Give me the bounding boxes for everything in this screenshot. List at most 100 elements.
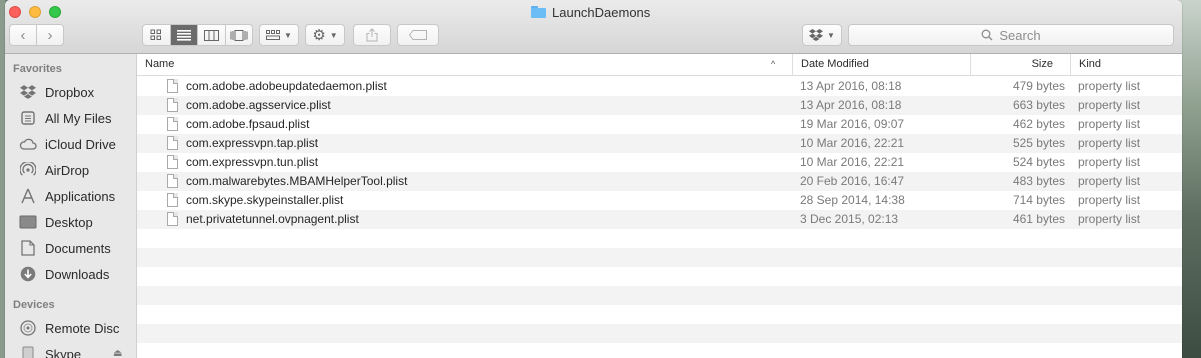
chevron-down-icon: ▼ <box>284 30 292 40</box>
sidebar-item-airdrop[interactable]: AirDrop <box>19 160 89 180</box>
view-mode-group <box>142 24 253 46</box>
chevron-down-icon: ▼ <box>827 30 835 40</box>
empty-row <box>137 267 1182 286</box>
zoom-window-button[interactable] <box>49 6 61 18</box>
chevron-right-icon: › <box>47 26 53 44</box>
cover-flow-icon <box>230 29 248 41</box>
sidebar-item-label: Documents <box>45 240 111 256</box>
sidebar-item-label: iCloud Drive <box>45 136 116 152</box>
arrange-icon <box>266 30 281 40</box>
desktop-background-right <box>1179 0 1201 358</box>
file-name: net.privatetunnel.ovpnagent.plist <box>186 212 359 226</box>
sidebar-item-skype[interactable]: Skype <box>19 344 81 358</box>
sidebar-section-favorites: Favorites <box>13 63 62 75</box>
file-kind: property list <box>1078 155 1141 169</box>
table-row[interactable]: net.privatetunnel.ovpnagent.plist 3 Dec 2… <box>137 210 1182 229</box>
file-date-modified: 13 Apr 2016, 08:18 <box>800 98 902 112</box>
file-name: com.expressvpn.tun.plist <box>186 155 319 169</box>
file-name: com.adobe.agsservice.plist <box>186 98 331 112</box>
list-view-button[interactable] <box>169 25 197 45</box>
sidebar-item-label: AirDrop <box>45 162 90 178</box>
sidebar-item-documents[interactable]: Documents <box>19 238 111 258</box>
column-view-icon <box>203 29 219 41</box>
share-icon <box>366 28 378 42</box>
file-date-modified: 10 Mar 2016, 22:21 <box>800 136 905 150</box>
action-button[interactable]: ⚙ ▼ <box>305 24 345 46</box>
list-view-icon <box>176 29 191 41</box>
plist-file-icon <box>167 155 178 169</box>
sort-ascending-icon[interactable]: ^ <box>771 59 775 69</box>
empty-row <box>137 343 1182 358</box>
column-header-name[interactable]: Name <box>145 54 174 75</box>
file-name: com.skype.skypeinstaller.plist <box>186 193 344 207</box>
table-row[interactable]: com.expressvpn.tap.plist 10 Mar 2016, 22:… <box>137 134 1182 153</box>
sidebar-item-icloud-drive[interactable]: iCloud Drive <box>19 134 116 154</box>
dropbox-icon <box>809 29 824 41</box>
file-kind: property list <box>1078 174 1141 188</box>
table-row[interactable]: com.adobe.fpsaud.plist 19 Mar 2016, 09:07… <box>137 115 1182 134</box>
file-date-modified: 13 Apr 2016, 08:18 <box>800 79 902 93</box>
cover-flow-view-button[interactable] <box>224 25 253 45</box>
applications-icon <box>19 187 37 205</box>
tag-icon <box>409 30 427 40</box>
chevron-left-icon: ‹ <box>20 26 26 44</box>
file-size: 714 bytes <box>1012 193 1065 207</box>
file-kind: property list <box>1078 212 1141 226</box>
dropbox-toolbar-button[interactable]: ▼ <box>802 24 842 46</box>
plist-file-icon <box>167 212 178 226</box>
sidebar: Favorites Dropbox All My Files iCloud Dr… <box>5 54 137 358</box>
table-row[interactable]: com.malwarebytes.MBAMHelperTool.plist 20 … <box>137 172 1182 191</box>
sidebar-item-label: Skype <box>45 346 82 358</box>
column-header-kind[interactable]: Kind <box>1070 54 1182 75</box>
plist-file-icon <box>167 136 178 150</box>
file-date-modified: 28 Sep 2014, 14:38 <box>800 193 905 207</box>
file-size: 483 bytes <box>1012 174 1065 188</box>
sidebar-item-label: Applications <box>45 188 116 204</box>
gear-icon: ⚙ <box>312 27 326 44</box>
file-name: com.adobe.adobeupdatedaemon.plist <box>186 79 387 93</box>
file-name: com.malwarebytes.MBAMHelperTool.plist <box>186 174 408 188</box>
file-kind: property list <box>1078 117 1141 131</box>
plist-file-icon <box>167 98 178 112</box>
empty-row <box>137 324 1182 343</box>
all-files-icon <box>19 109 37 127</box>
eject-icon[interactable]: ⏏ <box>113 348 122 358</box>
tag-button[interactable] <box>397 24 439 46</box>
table-row[interactable]: com.expressvpn.tun.plist 10 Mar 2016, 22:… <box>137 153 1182 172</box>
sidebar-item-desktop[interactable]: Desktop <box>19 212 93 232</box>
forward-button[interactable]: › <box>36 25 63 45</box>
file-kind: property list <box>1078 98 1141 112</box>
column-view-button[interactable] <box>197 25 225 45</box>
column-header-date-modified[interactable]: Date Modified <box>792 54 972 75</box>
column-header-size[interactable]: Size <box>970 54 1070 75</box>
sidebar-item-remote-disc[interactable]: Remote Disc <box>19 318 119 338</box>
search-field[interactable]: Search <box>848 24 1174 46</box>
sidebar-item-applications[interactable]: Applications <box>19 186 115 206</box>
sidebar-item-downloads[interactable]: Downloads <box>19 264 109 284</box>
window-title: LaunchDaemons <box>531 4 650 20</box>
file-size: 525 bytes <box>1012 136 1065 150</box>
empty-row <box>137 286 1182 305</box>
plist-file-icon <box>167 174 178 188</box>
table-row[interactable]: com.adobe.agsservice.plist 13 Apr 2016, 0… <box>137 96 1182 115</box>
sidebar-section-devices: Devices <box>13 299 55 311</box>
sidebar-item-dropbox[interactable]: Dropbox <box>19 82 94 102</box>
file-date-modified: 10 Mar 2016, 22:21 <box>800 155 905 169</box>
sidebar-item-all-my-files[interactable]: All My Files <box>19 108 111 128</box>
share-button[interactable] <box>353 24 391 46</box>
file-kind: property list <box>1078 79 1141 93</box>
file-date-modified: 3 Dec 2015, 02:13 <box>800 212 899 226</box>
table-row[interactable]: com.adobe.adobeupdatedaemon.plist 13 Apr … <box>137 77 1182 96</box>
file-size: 663 bytes <box>1012 98 1065 112</box>
close-window-button[interactable] <box>9 6 21 18</box>
table-row[interactable]: com.skype.skypeinstaller.plist 28 Sep 201… <box>137 191 1182 210</box>
folder-icon <box>531 6 546 18</box>
arrange-button[interactable]: ▼ <box>259 24 299 46</box>
sidebar-item-label: All My Files <box>45 110 112 126</box>
icon-view-button[interactable] <box>143 25 170 45</box>
search-icon <box>981 29 993 41</box>
minimize-window-button[interactable] <box>29 6 41 18</box>
back-button[interactable]: ‹ <box>10 25 36 45</box>
window-title-text: LaunchDaemons <box>552 4 651 20</box>
airdrop-icon <box>19 161 37 179</box>
